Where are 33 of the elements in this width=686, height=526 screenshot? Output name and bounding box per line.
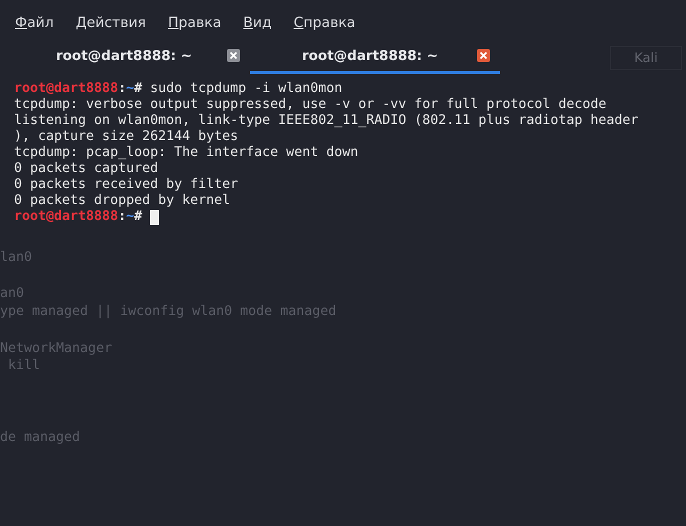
prompt-separator: : bbox=[118, 81, 126, 97]
background-text: de managed bbox=[0, 429, 80, 447]
output-line: 0 packets received by filter bbox=[14, 177, 238, 193]
output-line: tcpdump: pcap_loop: The interface went down bbox=[14, 145, 358, 161]
menu-item[interactable]: Действия bbox=[76, 15, 146, 37]
tab-label: root@dart8888: ~ bbox=[302, 48, 438, 64]
command-text: sudo tcpdump -i wlan0mon bbox=[150, 81, 342, 97]
prompt-sign: # bbox=[134, 81, 142, 97]
close-icon[interactable] bbox=[477, 49, 490, 62]
prompt-user: root@dart8888 bbox=[14, 209, 118, 225]
background-text: kill bbox=[7, 357, 40, 375]
background-text: an0 bbox=[0, 285, 24, 303]
background-text: lan0 bbox=[0, 249, 32, 267]
output-line: 0 packets dropped by kernel bbox=[14, 193, 230, 209]
prompt-sign: # bbox=[134, 209, 142, 225]
prompt-path: ~ bbox=[126, 209, 134, 225]
close-icon[interactable] bbox=[227, 49, 240, 62]
tab-label: root@dart8888: ~ bbox=[56, 48, 192, 64]
prompt-path: ~ bbox=[126, 81, 134, 97]
output-line: 0 packets captured bbox=[14, 161, 158, 177]
menu-item[interactable]: Файл bbox=[15, 15, 54, 37]
background-text: NetworkManager bbox=[0, 340, 112, 358]
terminal-tab[interactable]: root@dart8888: ~ bbox=[0, 40, 250, 74]
menu-item[interactable]: Правка bbox=[168, 15, 222, 37]
output-line: tcpdump: verbose output suppressed, use -v or -vv for full protocol decode bbox=[14, 97, 606, 113]
menu-item[interactable]: Справка bbox=[294, 15, 356, 37]
output-line: listening on wlan0mon, link-type IEEE802_11_RADIO (802.11 plus radiotap header bbox=[14, 113, 638, 129]
prompt-user: root@dart8888 bbox=[14, 81, 118, 97]
prompt-separator: : bbox=[118, 209, 126, 225]
background-text: ype managed || iwconfig wlan0 mode managed bbox=[0, 303, 336, 321]
menu-item[interactable]: Вид bbox=[243, 15, 272, 37]
terminal-tab[interactable]: root@dart8888: ~ bbox=[250, 40, 500, 74]
output-line: ), capture size 262144 bytes bbox=[14, 129, 238, 145]
